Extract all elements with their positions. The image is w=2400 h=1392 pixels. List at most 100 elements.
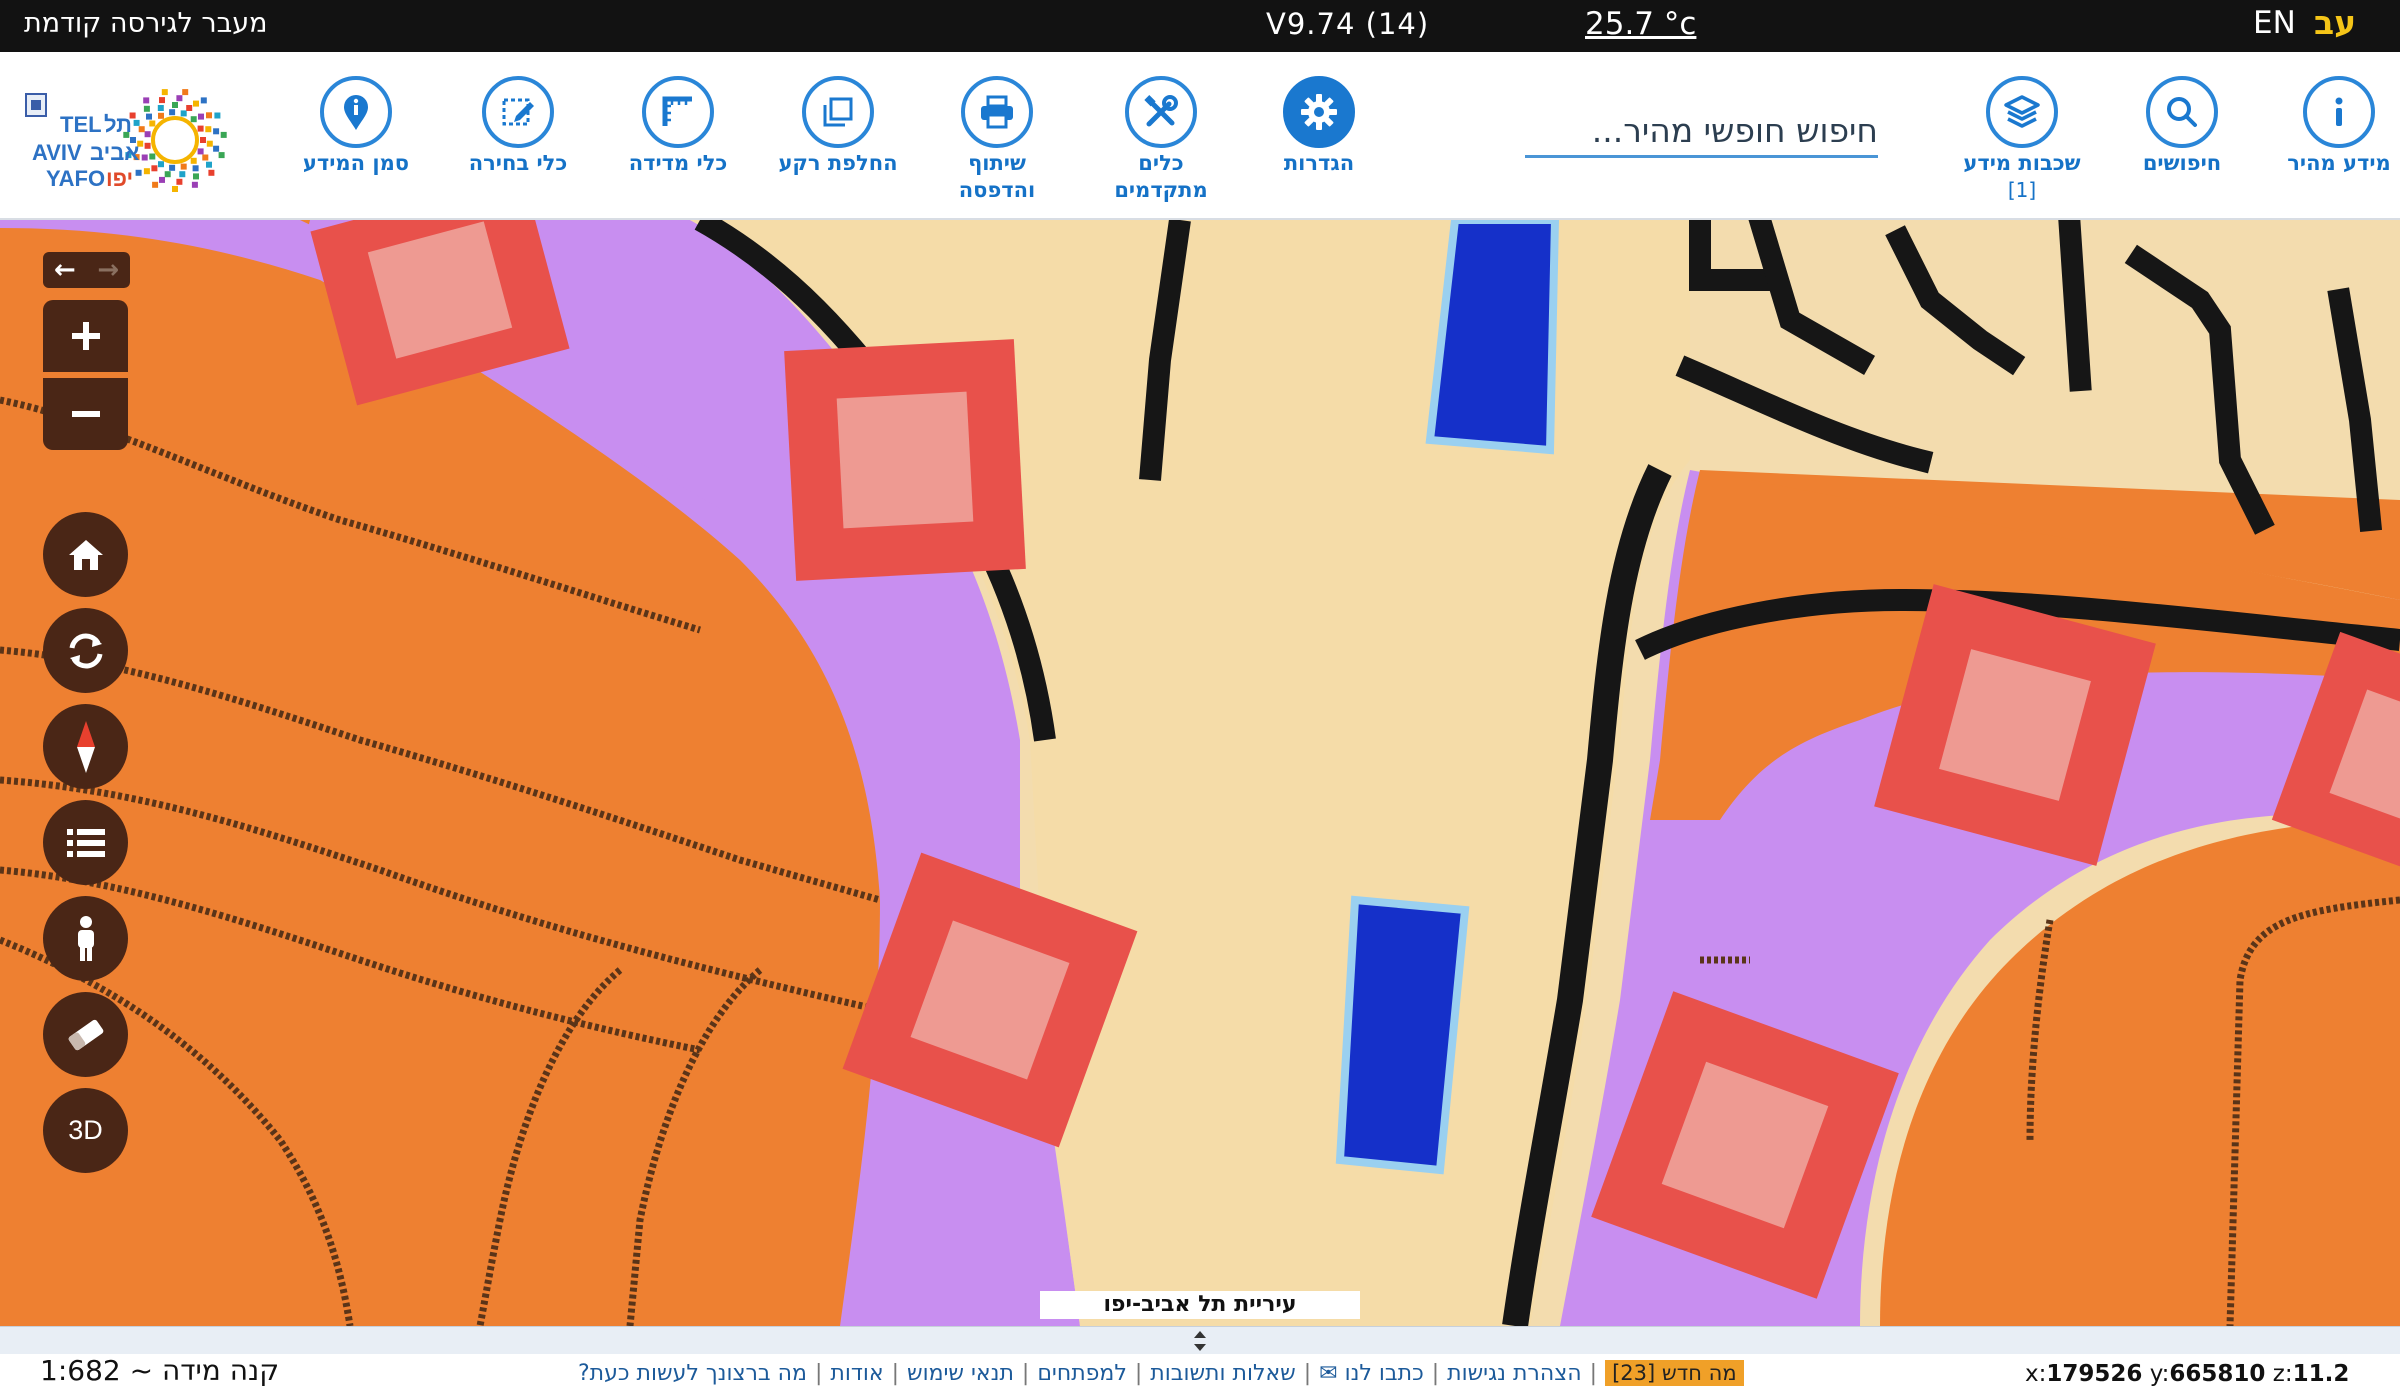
searches-button[interactable]: חיפושים	[2107, 76, 2257, 177]
logo-confetti	[159, 97, 165, 104]
home-icon	[68, 539, 103, 570]
info-layers-button[interactable]: שכבות מידע [1]	[1947, 76, 2097, 204]
version-label: V9.74 (14)	[1266, 7, 1430, 41]
logo-text-aviv: AVIV	[32, 140, 82, 165]
link-separator: |	[1021, 1360, 1030, 1386]
logo-confetti	[157, 105, 164, 111]
logo-confetti	[169, 109, 176, 116]
logo-confetti	[149, 153, 156, 160]
link-separator: |	[1431, 1360, 1440, 1386]
north-arrow-button[interactable]	[43, 704, 128, 789]
street-view-button[interactable]	[43, 896, 128, 981]
logo-confetti	[141, 154, 148, 161]
zoom-out-button[interactable]	[43, 378, 128, 450]
eraser-icon	[68, 1019, 103, 1050]
clear-graphics-button[interactable]	[43, 992, 128, 1077]
whats-new-link[interactable]: מה חדש [23]	[1605, 1360, 1744, 1386]
footer-link-developers[interactable]: למפתחים	[1037, 1361, 1127, 1386]
list-icon	[66, 828, 105, 857]
footer-link-about[interactable]: אודות	[830, 1361, 883, 1386]
logo-confetti	[133, 119, 140, 126]
logo-confetti	[197, 148, 204, 155]
logo-confetti	[143, 97, 150, 104]
language-hebrew-button[interactable]: עב	[2314, 3, 2356, 42]
y-label: y:	[2149, 1361, 2170, 1387]
link-separator: |	[1303, 1360, 1312, 1386]
logo-confetti	[176, 178, 183, 185]
measure-tools-button[interactable]: כלי מדידה	[603, 76, 753, 177]
searches-label: חיפושים	[2142, 151, 2222, 175]
footer-link-terms[interactable]: תנאי שימוש	[907, 1361, 1014, 1386]
coordinates-readout: x:179526 y:665810 z:11.2	[2025, 1361, 2349, 1387]
z-label: z:	[2272, 1361, 2293, 1387]
map-canvas[interactable]: ← → 3D עיריית תל אביב-יפו	[0, 220, 2400, 1326]
logo-confetti	[138, 126, 145, 133]
x-label: x:	[2025, 1361, 2047, 1387]
logo-confetti	[149, 120, 156, 127]
panel-resize-handle[interactable]	[0, 1326, 2400, 1354]
map-tiles[interactable]	[0, 220, 2400, 1326]
refresh-button[interactable]	[43, 608, 128, 693]
measure-tools-label: כלי מדידה	[628, 151, 728, 175]
tel-aviv-logo[interactable]: TEL תל AVIV אביב YAFO יפו	[20, 80, 250, 200]
logo-confetti	[208, 169, 215, 176]
settings-button[interactable]: הגדרות	[1244, 76, 1394, 177]
quick-info-label: מידע מהיר	[2287, 151, 2391, 175]
logo-confetti	[152, 181, 159, 188]
info-layers-label: שכבות מידע	[1963, 151, 2081, 175]
logo-confetti	[172, 102, 178, 108]
info-icon	[2303, 76, 2375, 148]
extent-history-control: ← →	[43, 252, 130, 288]
quick-info-button[interactable]: מידע מהיר	[2264, 76, 2400, 177]
language-english-button[interactable]: EN	[2253, 5, 2296, 41]
info-marker-button[interactable]: סמן המידע	[281, 76, 431, 177]
logo-confetti	[159, 176, 165, 183]
advanced-tools-button[interactable]: כלים מתקדמים	[1086, 76, 1236, 204]
logo-confetti	[220, 131, 227, 138]
zoom-in-button[interactable]	[43, 300, 128, 372]
temperature-link[interactable]: 25.7 °c	[1585, 6, 1696, 42]
logo-confetti	[186, 105, 193, 111]
logo-text-he-1: תל	[104, 112, 132, 137]
next-extent-button[interactable]: →	[87, 252, 131, 288]
logo-confetti	[180, 163, 187, 170]
logo-confetti	[213, 145, 220, 152]
share-print-label-2: והדפסה	[958, 178, 1036, 202]
previous-version-link[interactable]: מעבר לגירסה קודמת	[24, 8, 268, 39]
footer-link-faq[interactable]: שאלות ותשובות	[1150, 1361, 1295, 1386]
layers-icon	[1986, 76, 2058, 148]
search-icon	[2146, 76, 2218, 148]
copy-icon	[802, 76, 874, 148]
y-coordinate: 665810	[2169, 1361, 2266, 1387]
quick-search-field[interactable]	[1525, 106, 1878, 158]
select-tools-button[interactable]: כלי בחירה	[443, 76, 593, 177]
logo-confetti	[143, 105, 150, 112]
quick-search-input[interactable]	[1525, 106, 1878, 155]
footer-link-what-to-do[interactable]: מה ברצונך לעשות כעת?	[578, 1361, 807, 1386]
footer-link-accessibility[interactable]: הצהרת נגישות	[1447, 1361, 1582, 1386]
logo-confetti	[191, 181, 198, 188]
home-extent-button[interactable]	[43, 512, 128, 597]
tools-icon	[1125, 76, 1197, 148]
share-print-label-1: שיתוף	[968, 151, 1026, 175]
view-3d-button[interactable]: 3D	[43, 1088, 128, 1173]
logo-confetti	[180, 110, 187, 117]
logo-confetti	[218, 152, 225, 159]
logo-confetti	[144, 131, 151, 138]
footer-link-contact[interactable]: כתבו לנו ✉	[1319, 1361, 1424, 1386]
switch-background-button[interactable]: החלפת רקע	[763, 76, 913, 177]
logo-confetti	[206, 161, 212, 168]
previous-extent-button[interactable]: ←	[43, 252, 87, 288]
share-print-button[interactable]: שיתוף והדפסה	[922, 76, 1072, 204]
logo-confetti	[206, 112, 212, 119]
logo-text-he-2: אביב	[90, 140, 139, 165]
gear-icon	[1283, 76, 1355, 148]
logo-confetti	[190, 157, 197, 164]
logo-confetti	[172, 186, 178, 192]
logo-confetti	[213, 128, 220, 135]
settings-label: הגדרות	[1283, 151, 1355, 175]
compass-icon	[76, 720, 95, 773]
ruler-icon	[642, 76, 714, 148]
layer-list-button[interactable]	[43, 800, 128, 885]
footer-bar: קנה מידה ~ 1:682 מה ברצונך לעשות כעת? | א…	[0, 1354, 2400, 1392]
